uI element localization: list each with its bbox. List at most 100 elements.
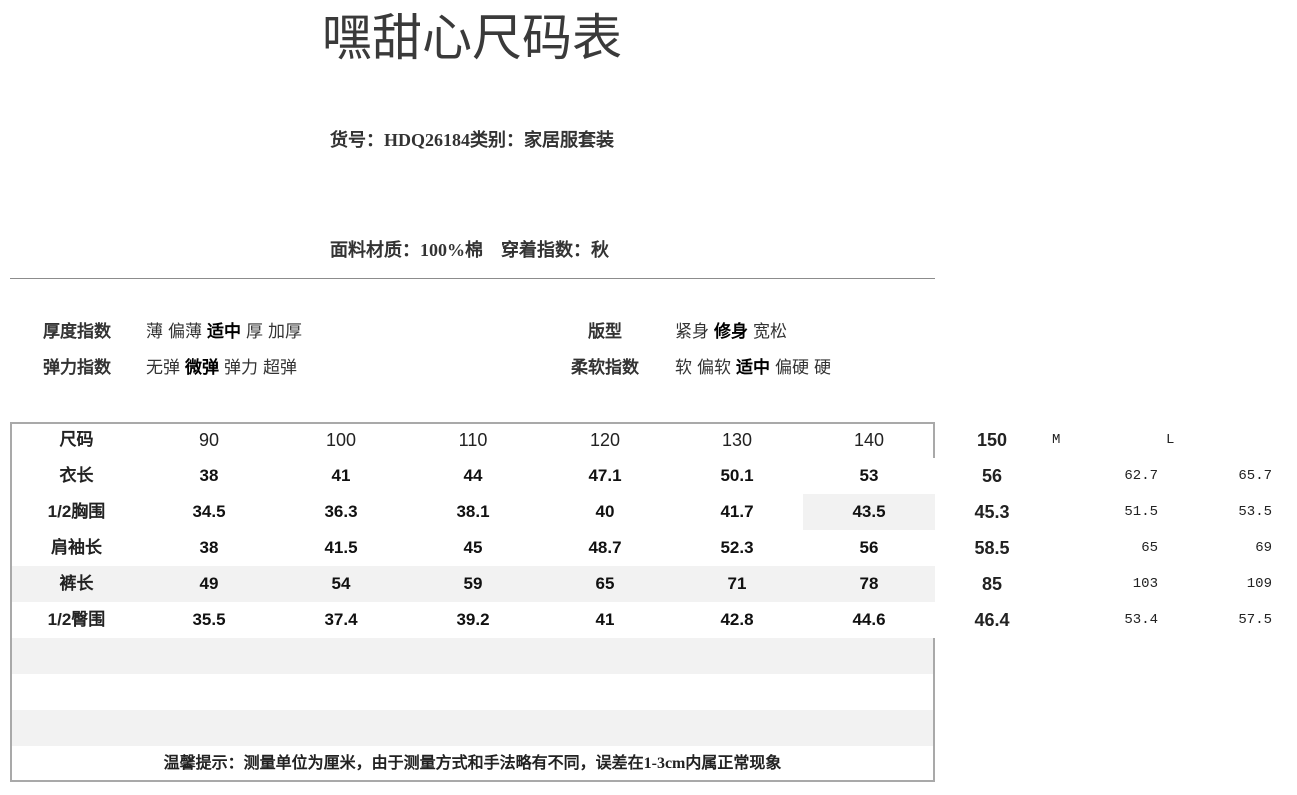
size-header-cell: 90	[198, 430, 220, 450]
empty-row	[10, 674, 1274, 710]
table-header-row: 尺码 90 100 110 120 130 140 150 M L	[10, 422, 1274, 458]
measurement-cell: 71	[727, 574, 747, 593]
measurement-cell: 36.3	[324, 502, 358, 521]
table-row: 1/2胸围 34.5 36.3 38.1 40 41.7 43.5 45.3 51.5 53.5	[10, 494, 1274, 530]
size-header-cell: 140	[853, 430, 885, 450]
attribute-label-thickness: 厚度指数	[43, 322, 111, 341]
measurement-cell: 49	[199, 574, 219, 593]
measurement-cell: 50.1	[720, 466, 754, 485]
table-footer-row: 温馨提示：测量单位为厘米，由于测量方式和手法略有不同，误差在1-3cm内属正常现…	[10, 746, 1274, 782]
attribute-option: 软	[675, 358, 692, 377]
measurement-cell: 41.7	[720, 502, 754, 521]
measurement-cell: 53.4	[1124, 612, 1158, 628]
empty-row	[10, 710, 1274, 746]
measurement-label: 1/2胸围	[47, 502, 106, 521]
attribute-option: 偏硬	[775, 358, 809, 377]
measurement-cell: 69	[1255, 540, 1272, 556]
attribute-option: 宽松	[753, 322, 787, 341]
measurement-cell: 41	[595, 610, 615, 629]
measurement-cell: 34.5	[192, 502, 226, 521]
product-info-line: 货号：HDQ26184类别：家居服套装	[330, 130, 614, 150]
measurement-cell: 39.2	[456, 610, 490, 629]
measurement-cell: 57.5	[1238, 612, 1272, 628]
attribute-option: 偏薄	[168, 322, 202, 341]
table-row: 肩袖长 38 41.5 45 48.7 52.3 56 58.5 65 69	[10, 530, 1274, 566]
table-border-bottom	[10, 780, 935, 782]
measurement-cell: 65.7	[1238, 468, 1272, 484]
measurement-cell: 54	[331, 574, 351, 593]
divider	[10, 278, 935, 279]
attribute-options-elasticity: 无弹 微弹 弹力 超弹	[146, 356, 297, 380]
measurement-cell: 52.3	[720, 538, 754, 557]
row-background	[10, 674, 935, 710]
measurement-cell: 41	[331, 466, 351, 485]
measurement-cell: 37.4	[324, 610, 358, 629]
measurement-cell: 38	[199, 466, 219, 485]
table-border-right	[933, 638, 935, 782]
measurement-cell: 47.1	[588, 466, 622, 485]
attribute-option: 超弹	[263, 358, 297, 377]
measurement-cell: 56	[859, 538, 879, 557]
measurement-label: 衣长	[59, 466, 94, 485]
measurement-cell: 53	[859, 466, 879, 485]
measurement-cell: 45	[463, 538, 483, 557]
attribute-label-fit: 版型	[588, 322, 622, 341]
size-table: 尺码 90 100 110 120 130 140 150 M L 衣长 38 41 44 47.1 50.1…	[10, 422, 1274, 782]
size-header-cell: L	[1166, 432, 1175, 448]
measurement-cell: 44.6	[852, 610, 886, 629]
table-row: 裤长 49 54 59 65 71 78 85 103 109	[10, 566, 1274, 602]
attribute-options-fit: 紧身 修身 宽松	[675, 320, 787, 344]
measurement-cell: 43.5	[852, 502, 886, 521]
attribute-option: 薄	[146, 322, 163, 341]
measurement-cell: 78	[859, 574, 879, 593]
measurement-cell: 42.8	[720, 610, 754, 629]
measurement-cell: 40	[595, 502, 615, 521]
measurement-cell: 62.7	[1124, 468, 1158, 484]
size-header-cell: 130	[721, 430, 753, 450]
attribute-option: 无弹	[146, 358, 180, 377]
measurement-cell: 103	[1132, 576, 1158, 592]
measurement-label: 1/2臀围	[47, 610, 106, 629]
attribute-option-selected: 微弹	[185, 358, 219, 377]
measurement-cell: 65	[1141, 540, 1158, 556]
empty-row	[10, 638, 1274, 674]
measurement-cell: 109	[1246, 576, 1272, 592]
measurement-cell: 65	[595, 574, 615, 593]
attribute-options-thickness: 薄偏薄 适中厚加厚	[146, 320, 302, 344]
attribute-option-selected: 适中	[207, 322, 241, 341]
attribute-label-softness: 柔软指数	[571, 358, 639, 377]
attribute-options-softness: 软偏软 适中 偏硬硬	[675, 356, 831, 380]
attribute-option: 硬	[814, 358, 831, 377]
attribute-option-selected: 适中	[736, 358, 770, 377]
table-border-top	[10, 422, 935, 424]
measurement-cell: 53.5	[1238, 504, 1272, 520]
table-row: 1/2臀围 35.5 37.4 39.2 41 42.8 44.6 46.4 53.4 57.5	[10, 602, 1274, 638]
attribute-option: 弹力	[224, 358, 258, 377]
table-border-left	[10, 422, 12, 782]
measurement-cell: 38	[199, 538, 219, 557]
measurement-cell: 41.5	[324, 538, 358, 557]
measurement-cell: 35.5	[192, 610, 226, 629]
attribute-label-elasticity: 弹力指数	[43, 358, 111, 377]
measurement-cell: 48.7	[588, 538, 622, 557]
size-header-cell: 150	[976, 430, 1008, 450]
measurement-cell: 45.3	[974, 502, 1010, 522]
row-background	[10, 710, 935, 746]
size-header-cell: 110	[458, 430, 488, 450]
footer-note: 温馨提示：测量单位为厘米，由于测量方式和手法略有不同，误差在1-3cm内属正常现…	[163, 755, 782, 772]
size-header-cell: M	[1052, 432, 1061, 448]
measurement-label: 肩袖长	[51, 538, 102, 557]
attribute-option: 偏软	[697, 358, 731, 377]
measurement-cell: 85	[981, 574, 1003, 594]
attribute-option: 加厚	[268, 322, 302, 341]
attribute-option: 紧身	[675, 322, 709, 341]
page-title: 嘿甜心尺码表	[322, 10, 622, 66]
measurement-cell: 59	[463, 574, 483, 593]
fabric-info-line: 面料材质：100%棉 穿着指数：秋	[330, 240, 609, 260]
row-background	[10, 638, 935, 674]
measurement-cell: 58.5	[974, 538, 1010, 558]
measurement-cell: 44	[463, 466, 483, 485]
measurement-cell: 51.5	[1124, 504, 1158, 520]
measurement-cell: 38.1	[456, 502, 490, 521]
size-header-cell: 120	[589, 430, 621, 450]
